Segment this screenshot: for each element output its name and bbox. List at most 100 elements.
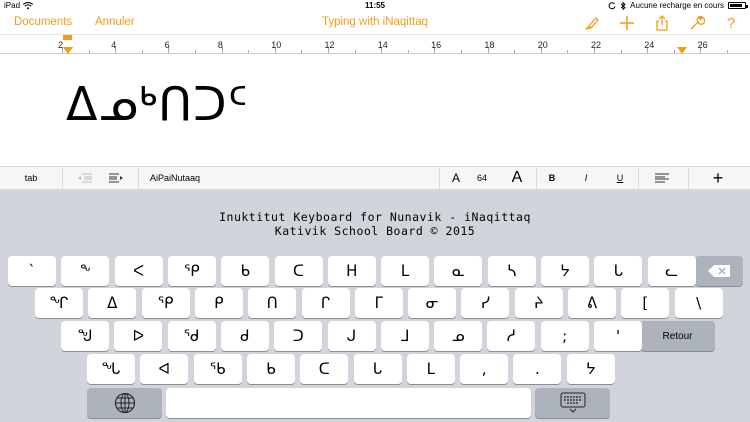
key[interactable]: ᒐ bbox=[594, 256, 643, 286]
key[interactable]: ᕿ bbox=[141, 288, 190, 318]
key[interactable]: ᓇ bbox=[434, 256, 483, 286]
bold-button[interactable]: B bbox=[542, 167, 562, 189]
key[interactable]: ᒥ bbox=[354, 288, 403, 318]
ruler-tick bbox=[461, 50, 462, 53]
bluetooth-icon bbox=[620, 1, 626, 10]
document-title[interactable]: Typing with iNaqittaq bbox=[0, 16, 750, 28]
battery-icon bbox=[728, 2, 748, 9]
key[interactable]: ᑕ bbox=[274, 256, 323, 286]
key[interactable]: , bbox=[460, 354, 509, 384]
key[interactable]: ᑎ bbox=[248, 288, 297, 318]
font-size-value: 64 bbox=[476, 173, 487, 183]
ruler-number: 10 bbox=[271, 40, 282, 50]
key[interactable]: ᓚ bbox=[647, 256, 696, 286]
tab-button[interactable]: tab bbox=[0, 167, 62, 189]
plus-icon[interactable] bbox=[618, 14, 636, 32]
space-key[interactable] bbox=[166, 388, 531, 418]
key[interactable]: ᐸ bbox=[114, 256, 163, 286]
key[interactable]: ᔭ bbox=[566, 354, 615, 384]
first-line-indent-marker[interactable] bbox=[63, 35, 72, 40]
decrease-font-size-button[interactable]: A bbox=[446, 167, 466, 189]
key[interactable]: ` bbox=[8, 256, 56, 286]
increase-indent-icon[interactable] bbox=[101, 167, 131, 189]
keyboard-dismiss-icon bbox=[560, 392, 585, 413]
key[interactable]: ᑲ bbox=[221, 256, 270, 286]
key[interactable]: ᓂ bbox=[408, 288, 457, 318]
insert-button[interactable]: + bbox=[705, 167, 731, 189]
key[interactable]: ᖃ bbox=[193, 354, 242, 384]
align-left-icon[interactable] bbox=[650, 167, 674, 189]
ruler-tick bbox=[620, 50, 622, 53]
paintbrush-icon[interactable] bbox=[583, 14, 601, 32]
key[interactable]: ᑐ bbox=[274, 321, 323, 351]
keyboard-dismiss-key[interactable] bbox=[535, 388, 610, 418]
key[interactable]: ᓴ bbox=[487, 256, 536, 286]
key[interactable]: ᐊ bbox=[140, 354, 189, 384]
ruler-tick bbox=[514, 50, 516, 53]
keyboard-title-line2: Kativik School Board © 2015 bbox=[274, 224, 476, 238]
ruler-number: 18 bbox=[484, 40, 495, 50]
right-indent-marker[interactable] bbox=[677, 47, 687, 54]
key[interactable]: ᕿ bbox=[167, 256, 216, 286]
font-name-button[interactable]: AiPaiNutaaq bbox=[150, 167, 210, 189]
key[interactable]: ᕕ bbox=[568, 288, 616, 318]
orientation-lock-icon bbox=[608, 1, 616, 9]
ruler-number: 14 bbox=[377, 40, 388, 50]
key[interactable]: ᖑ bbox=[61, 321, 109, 351]
key[interactable]: ᓱ bbox=[487, 321, 536, 351]
key[interactable]: ᒍ bbox=[327, 321, 376, 351]
key[interactable]: ᑲ bbox=[246, 354, 295, 384]
ruler-number: 6 bbox=[164, 40, 170, 50]
underline-button[interactable]: U bbox=[610, 167, 630, 189]
backspace-key[interactable] bbox=[695, 256, 743, 286]
ruler-tick bbox=[673, 50, 675, 53]
charging-status: Aucune recharge en cours bbox=[630, 1, 724, 10]
key[interactable]: ᕼ bbox=[327, 256, 376, 286]
help-icon[interactable]: ? bbox=[722, 14, 740, 32]
key[interactable]: \ bbox=[674, 288, 723, 318]
ruler-number: 8 bbox=[217, 40, 223, 50]
document-body[interactable]: ᐃᓄᒃᑎᑐᑦ bbox=[0, 55, 750, 166]
key[interactable]: ; bbox=[540, 321, 589, 351]
key[interactable]: ' bbox=[594, 321, 642, 351]
backspace-icon bbox=[708, 265, 730, 277]
key[interactable]: ᑭ bbox=[194, 288, 243, 318]
key[interactable]: ᔭ bbox=[541, 256, 589, 286]
key[interactable]: ᖏ bbox=[35, 288, 83, 318]
return-key[interactable]: Retour bbox=[640, 321, 715, 351]
wrench-icon[interactable] bbox=[688, 14, 706, 32]
keyboard-title-line1: Inuktitut Keyboard for Nunavik - iNaqitt… bbox=[219, 210, 531, 224]
key[interactable]: ᒪ bbox=[406, 354, 455, 384]
ruler-number: 22 bbox=[591, 40, 602, 50]
increase-font-size-button[interactable]: A bbox=[506, 167, 528, 189]
globe-icon bbox=[114, 392, 135, 414]
key[interactable]: [ bbox=[621, 288, 670, 318]
key[interactable]: ᑕ bbox=[300, 354, 349, 384]
key[interactable]: ᓄ bbox=[434, 321, 483, 351]
italic-button[interactable]: I bbox=[576, 167, 596, 189]
document-text[interactable]: ᐃᓄᒃᑎᑐᑦ bbox=[66, 77, 249, 131]
key[interactable]: ᑯ bbox=[220, 321, 269, 351]
share-icon[interactable] bbox=[653, 14, 671, 32]
globe-key[interactable] bbox=[87, 388, 162, 418]
ruler-number: 2 bbox=[58, 40, 64, 50]
key[interactable]: ᖕ bbox=[61, 256, 110, 286]
key[interactable]: . bbox=[513, 354, 562, 384]
left-indent-marker[interactable] bbox=[63, 47, 73, 54]
keyboard: Inuktitut Keyboard for Nunavik - iNaqitt… bbox=[0, 190, 750, 422]
ruler-tick bbox=[301, 50, 303, 53]
keyboard-title: Inuktitut Keyboard for Nunavik - iNaqitt… bbox=[0, 210, 750, 238]
key[interactable]: ᐅ bbox=[114, 321, 163, 351]
ruler[interactable]: 2 4 6 8 10 12 14 16 18 20 22 24 26 bbox=[0, 34, 750, 54]
key[interactable]: ᓯ bbox=[461, 288, 510, 318]
key[interactable]: ᒋ bbox=[301, 288, 350, 318]
ruler-tick bbox=[567, 50, 569, 53]
key[interactable]: ᒐ bbox=[353, 354, 402, 384]
key[interactable]: ᐃ bbox=[88, 288, 137, 318]
key[interactable]: ᖁ bbox=[167, 321, 216, 351]
key[interactable]: ᔨ bbox=[514, 288, 563, 318]
decrease-indent-icon[interactable] bbox=[70, 167, 100, 189]
key[interactable]: ᖓ bbox=[87, 354, 135, 384]
key[interactable]: ᒪ bbox=[381, 256, 430, 286]
key[interactable]: ᒧ bbox=[380, 321, 429, 351]
